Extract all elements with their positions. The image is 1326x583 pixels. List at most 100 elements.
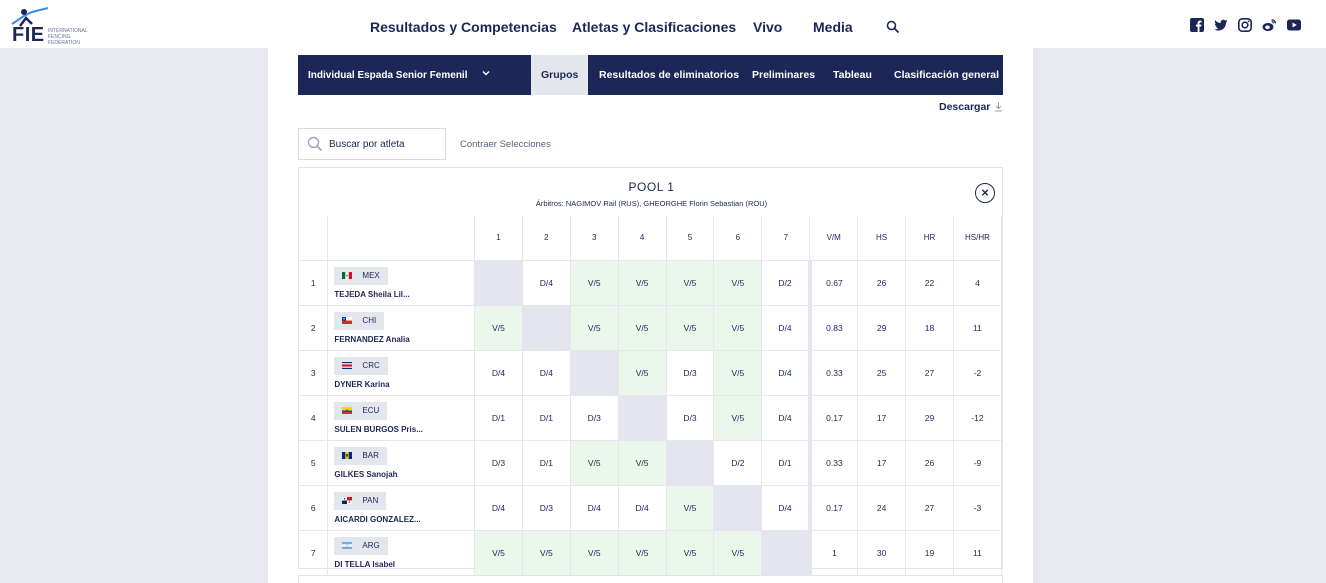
athlete-cell[interactable]: CHI FERNANDEZ Analia	[327, 305, 475, 351]
twitter-icon[interactable]	[1214, 18, 1228, 32]
instagram-icon[interactable]	[1238, 18, 1252, 32]
bout-cell: V/5	[618, 440, 667, 486]
header-index-diff: HS/HR	[953, 216, 1003, 261]
event-dropdown[interactable]: Individual Espada Senior Femenil	[298, 55, 531, 95]
athlete-cell[interactable]: ECU SULEN BURGOS Pris...	[327, 395, 475, 441]
header-col: 2	[522, 216, 571, 261]
logo-text: FIE	[12, 24, 45, 46]
nav-media[interactable]: Media	[813, 19, 853, 35]
hr-cell: 26	[905, 440, 954, 486]
row-index: 2	[299, 305, 329, 351]
bout-cell: V/5	[713, 260, 763, 306]
index-cell: -3	[953, 485, 1003, 531]
vm-cell: 0.17	[809, 485, 859, 531]
tab-clasificacion[interactable]: Clasificación general	[894, 55, 999, 95]
country-code: CRC	[362, 360, 380, 370]
top-header: FIE International Fencing Federation Res…	[0, 0, 1326, 48]
athlete-name: AICARDI GONZALEZ...	[334, 514, 421, 524]
athlete-cell[interactable]: PAN AICARDI GONZALEZ...	[327, 485, 475, 531]
close-icon[interactable]: ×	[975, 183, 995, 203]
index-cell: 4	[953, 260, 1003, 306]
bout-cell: V/5	[713, 350, 763, 396]
bout-cell: V/5	[666, 305, 715, 351]
bout-cell: D/2	[761, 260, 812, 306]
country-code: BAR	[362, 450, 379, 460]
athlete-name: DYNER Karina	[334, 379, 390, 389]
athlete-name: FERNANDEZ Analia	[334, 334, 410, 344]
mex-flag-icon	[342, 271, 353, 279]
pool-card: POOL 1 Árbitros: NAGIMOV Rail (RUS), GHE…	[298, 167, 1003, 576]
bout-cell	[666, 440, 715, 486]
bout-cell: V/5	[713, 395, 763, 441]
vm-cell: 0.33	[809, 350, 859, 396]
chi-flag-icon	[342, 316, 353, 324]
athlete-name: TEJEDA Sheila Lil...	[334, 289, 410, 299]
bout-cell: V/5	[666, 530, 715, 576]
bout-cell: V/5	[474, 530, 523, 576]
bout-cell: D/1	[761, 440, 812, 486]
collapse-selections-link[interactable]: Contraer Selecciones	[460, 139, 551, 150]
athlete-name: DI TELLA Isabel	[334, 559, 396, 569]
download-link[interactable]: Descargar	[939, 101, 990, 113]
fie-logo[interactable]: FIE International Fencing Federation	[4, 4, 94, 46]
bout-cell: D/4	[522, 350, 571, 396]
bout-cell	[474, 260, 523, 306]
hs-cell: 17	[857, 440, 907, 486]
hr-cell: 18	[905, 305, 954, 351]
bout-cell: D/1	[522, 440, 571, 486]
row-index: 5	[299, 440, 329, 486]
header-col: 1	[474, 216, 523, 261]
bout-cell: D/4	[474, 350, 523, 396]
competition-subnav: Individual Espada Senior Femenil Grupos …	[298, 55, 1003, 95]
table-row: 1 MEX TEJEDA Sheila Lil... D/4 V/5 V/5 V/5 V…	[299, 260, 1003, 306]
bout-cell: V/5	[522, 530, 571, 576]
nav-results[interactable]: Resultados y Competencias	[370, 19, 557, 35]
table-row: 3 CRC DYNER Karina D/4 D/4 V/5 D/3 V/5 D/4 0.3…	[299, 350, 1003, 396]
pool-title: POOL 1	[628, 180, 675, 194]
header-index	[299, 216, 329, 261]
facebook-icon[interactable]	[1190, 18, 1204, 32]
crc-flag-icon	[342, 361, 353, 369]
hs-cell: 17	[857, 395, 907, 441]
hr-cell: 27	[905, 350, 954, 396]
header-col: 4	[618, 216, 667, 261]
tab-preliminares[interactable]: Preliminares	[752, 55, 815, 95]
bout-cell: V/5	[570, 530, 619, 576]
vm-cell: 0.67	[809, 260, 859, 306]
bout-cell: D/1	[474, 395, 523, 441]
athlete-cell[interactable]: BAR GILKES Sanojah	[327, 440, 475, 486]
hr-cell: 22	[905, 260, 954, 306]
nav-athletes[interactable]: Atletas y Clasificaciones	[572, 19, 736, 35]
athlete-cell[interactable]: ARG DI TELLA Isabel	[327, 530, 475, 576]
nav-live[interactable]: Vivo	[753, 19, 782, 35]
bout-cell: D/4	[761, 305, 812, 351]
tab-grupos[interactable]: Grupos	[531, 55, 589, 95]
athlete-search	[298, 128, 446, 160]
table-row: 2 CHI FERNANDEZ Analia V/5 V/5 V/5 V/5 V/5 D/…	[299, 305, 1003, 351]
bout-cell	[522, 305, 571, 351]
index-cell: -2	[953, 350, 1003, 396]
search-input[interactable]	[329, 136, 439, 152]
bout-cell: D/3	[666, 350, 715, 396]
country-code: CHI	[362, 315, 377, 325]
athlete-cell[interactable]: CRC DYNER Karina	[327, 350, 475, 396]
table-row: 7 ARG DI TELLA Isabel V/5 V/5 V/5 V/5 V/5 V/5…	[299, 530, 1003, 576]
tab-eliminatorios[interactable]: Resultados de eliminatorios	[599, 55, 739, 95]
bout-cell	[713, 485, 763, 531]
tab-tableau[interactable]: Tableau	[833, 55, 872, 95]
search-icon[interactable]	[886, 20, 900, 34]
bout-cell: V/5	[666, 485, 715, 531]
youtube-icon[interactable]	[1287, 18, 1301, 32]
hs-cell: 30	[857, 530, 907, 576]
athlete-cell[interactable]: MEX TEJEDA Sheila Lil...	[327, 260, 475, 306]
hr-cell: 29	[905, 395, 954, 441]
pan-flag-icon	[342, 496, 353, 504]
download-icon[interactable]	[994, 101, 1003, 112]
bout-cell: D/4	[618, 485, 667, 531]
pool-table: 1 2 3 4 5 6 7 V/M HS HR HS/HR 1 MEX TEJE…	[299, 216, 1003, 576]
weibo-icon[interactable]	[1262, 18, 1277, 32]
hr-cell: 27	[905, 485, 954, 531]
row-index: 3	[299, 350, 329, 396]
bout-cell: D/2	[713, 440, 763, 486]
bout-cell	[570, 350, 619, 396]
